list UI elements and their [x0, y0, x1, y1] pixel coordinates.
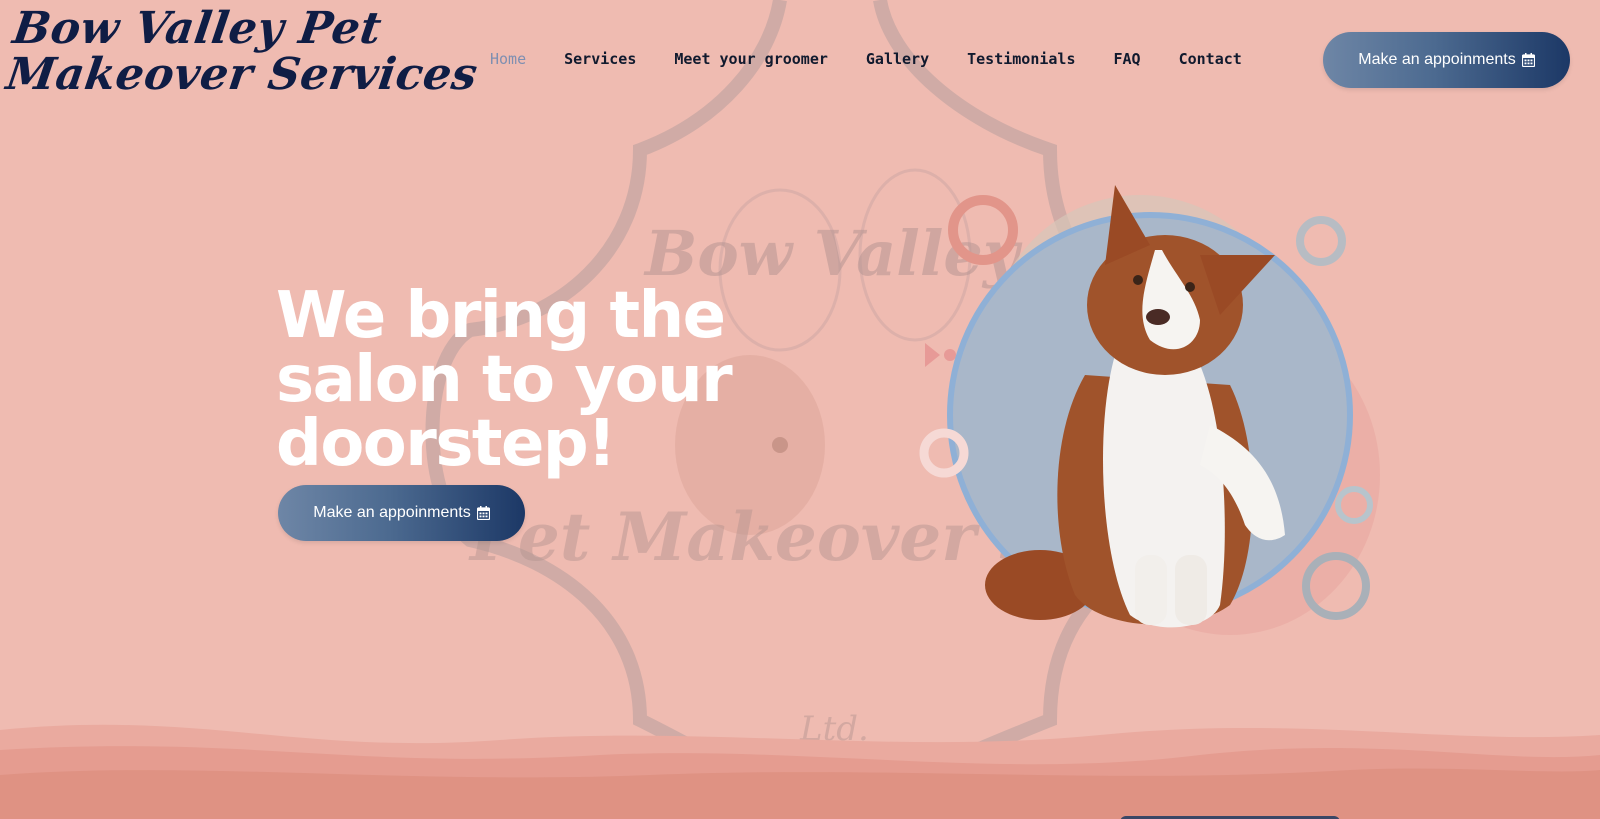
- nav-contact[interactable]: Contact: [1179, 50, 1242, 68]
- ring-decoration: [948, 195, 1018, 265]
- brand-logo[interactable]: Bow Valley Pet Makeover Services: [3, 3, 481, 100]
- brand-line-2: Makeover Services: [3, 49, 481, 100]
- nav-meet-your-groomer[interactable]: Meet your groomer: [674, 50, 828, 68]
- ring-decoration: [1296, 216, 1346, 266]
- site-header: Bow Valley Pet Makeover Services Home Se…: [0, 0, 1600, 120]
- main-nav: Home Services Meet your groomer Gallery …: [490, 50, 1280, 68]
- nav-gallery[interactable]: Gallery: [866, 50, 929, 68]
- hero-title: We bring the salon to your doorstep!: [276, 279, 733, 481]
- brand-line-1: Bow Valley Pet: [9, 3, 385, 54]
- hero-dog-image: [919, 185, 1380, 635]
- calendar-icon: [476, 506, 490, 520]
- calendar-icon: [1521, 53, 1535, 67]
- hero-appointment-label: Make an appoinments: [313, 504, 471, 521]
- nav-testimonials[interactable]: Testimonials: [967, 50, 1075, 68]
- nav-faq[interactable]: FAQ: [1114, 50, 1141, 68]
- nav-home[interactable]: Home: [490, 50, 526, 68]
- header-appointment-label: Make an appoinments: [1358, 51, 1516, 68]
- bottom-waves: [0, 724, 1600, 819]
- nav-services[interactable]: Services: [564, 50, 636, 68]
- hero-appointment-button[interactable]: Make an appoinments: [278, 485, 525, 541]
- header-appointment-button[interactable]: Make an appoinments: [1323, 32, 1570, 88]
